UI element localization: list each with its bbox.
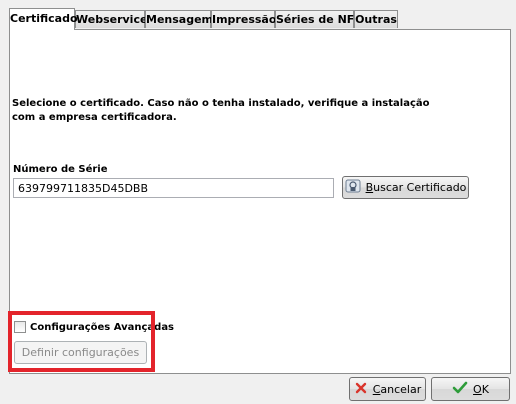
window-right-edge — [511, 0, 516, 404]
search-certificate-label: Buscar Certificado — [365, 181, 467, 194]
close-icon — [354, 381, 368, 398]
tab-certificado[interactable]: Certificado — [9, 8, 78, 30]
tab-outras[interactable]: Outras — [354, 10, 398, 28]
certificate-icon — [345, 178, 361, 197]
instruction-line-2: com a empresa certificadora. — [12, 112, 177, 123]
tab-webservice[interactable]: Webservice — [75, 10, 147, 28]
tab-mensagem[interactable]: Mensagem — [145, 10, 213, 28]
cancel-button[interactable]: Cancelar — [349, 377, 426, 401]
tab-series-de-nfe[interactable]: Séries de NFe — [275, 10, 361, 28]
instruction-line-1: Selecione o certificado. Caso não o tenh… — [12, 98, 430, 109]
cancel-label: Cancelar — [372, 382, 422, 396]
highlight-box — [8, 311, 155, 372]
search-certificate-button[interactable]: Buscar Certificado — [342, 176, 469, 199]
serial-number-field[interactable] — [13, 178, 334, 198]
serial-number-label: Número de Série — [13, 164, 108, 175]
instruction-text: Selecione o certificado. Caso não o tenh… — [12, 97, 432, 125]
ok-label: OK — [473, 382, 489, 396]
tab-impressao[interactable]: Impressão — [211, 10, 276, 28]
check-icon — [452, 381, 468, 398]
ok-button[interactable]: OK — [431, 377, 510, 401]
